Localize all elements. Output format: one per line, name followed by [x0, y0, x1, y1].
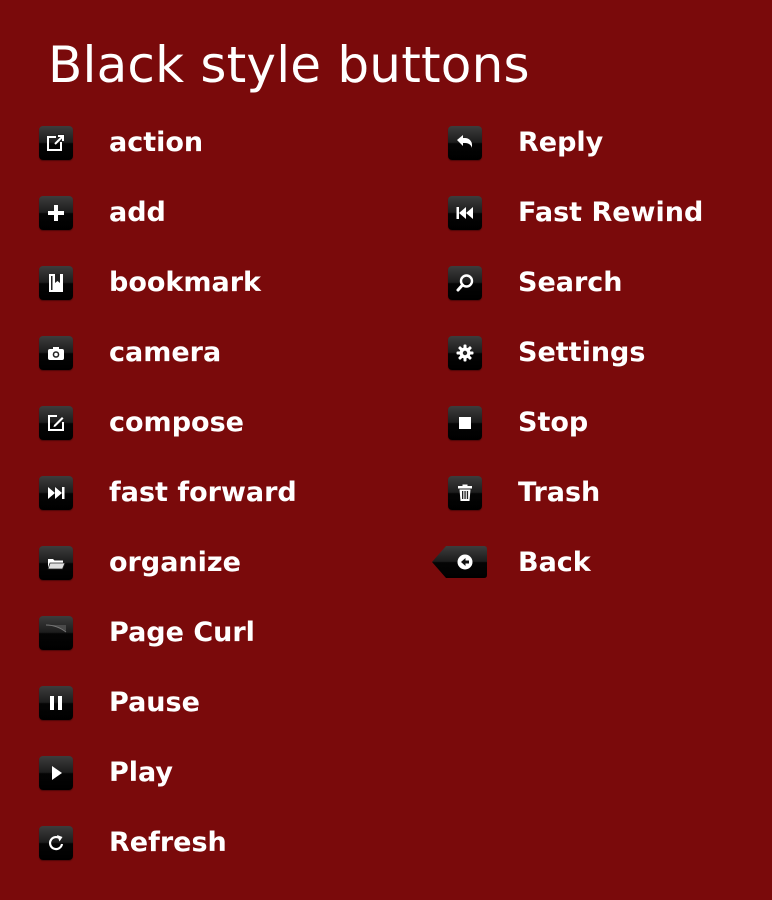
compose-button[interactable] [39, 406, 73, 440]
organize-icon [47, 559, 66, 570]
settings-button[interactable] [448, 336, 482, 370]
trash-icon [458, 484, 472, 501]
compose-icon [48, 415, 64, 431]
reply-label: Reply [518, 127, 604, 158]
camera-icon [48, 347, 64, 360]
bookmark-icon [49, 274, 63, 292]
page-curl-icon [45, 624, 67, 633]
add-button[interactable] [39, 196, 73, 230]
compose-label: compose [109, 407, 244, 438]
reply-button[interactable] [448, 126, 482, 160]
fast-forward-label: fast forward [109, 477, 297, 508]
back-arrow-icon [432, 546, 487, 578]
add-label: add [109, 197, 166, 228]
refresh-icon [48, 835, 64, 851]
add-icon [48, 205, 64, 221]
pause-icon [50, 696, 62, 710]
bookmark-label: bookmark [109, 267, 262, 298]
fast-forward-icon [48, 487, 65, 499]
bookmark-button[interactable] [39, 266, 73, 300]
fast-rewind-icon [456, 207, 473, 219]
refresh-label: Refresh [109, 827, 227, 858]
page-curl-label: Page Curl [109, 617, 255, 648]
fast-forward-button[interactable] [39, 476, 73, 510]
fast-rewind-label: Fast Rewind [518, 197, 704, 228]
page-curl-button[interactable] [39, 616, 73, 650]
camera-label: camera [109, 337, 222, 368]
settings-label: Settings [518, 337, 646, 368]
refresh-button[interactable] [39, 826, 73, 860]
search-icon [456, 274, 474, 292]
back-label: Back [518, 547, 591, 578]
settings-icon [456, 344, 474, 362]
trash-label: Trash [518, 477, 601, 508]
trash-button[interactable] [448, 476, 482, 510]
stop-button[interactable] [448, 406, 482, 440]
action-icon [47, 134, 65, 151]
action-label: action [109, 127, 204, 158]
organize-button[interactable] [39, 546, 73, 580]
fast-rewind-button[interactable] [448, 196, 482, 230]
reply-icon [457, 135, 473, 150]
page-title: Black style buttons [48, 36, 530, 94]
stop-icon [459, 417, 471, 429]
play-icon [52, 766, 62, 780]
play-button[interactable] [39, 756, 73, 790]
pause-button[interactable] [39, 686, 73, 720]
camera-button[interactable] [39, 336, 73, 370]
back-button[interactable] [432, 545, 488, 579]
stop-label: Stop [518, 407, 589, 438]
search-button[interactable] [448, 266, 482, 300]
pause-label: Pause [109, 687, 200, 718]
action-button[interactable] [39, 126, 73, 160]
organize-label: organize [109, 547, 241, 578]
play-label: Play [109, 757, 174, 788]
search-label: Search [518, 267, 623, 298]
